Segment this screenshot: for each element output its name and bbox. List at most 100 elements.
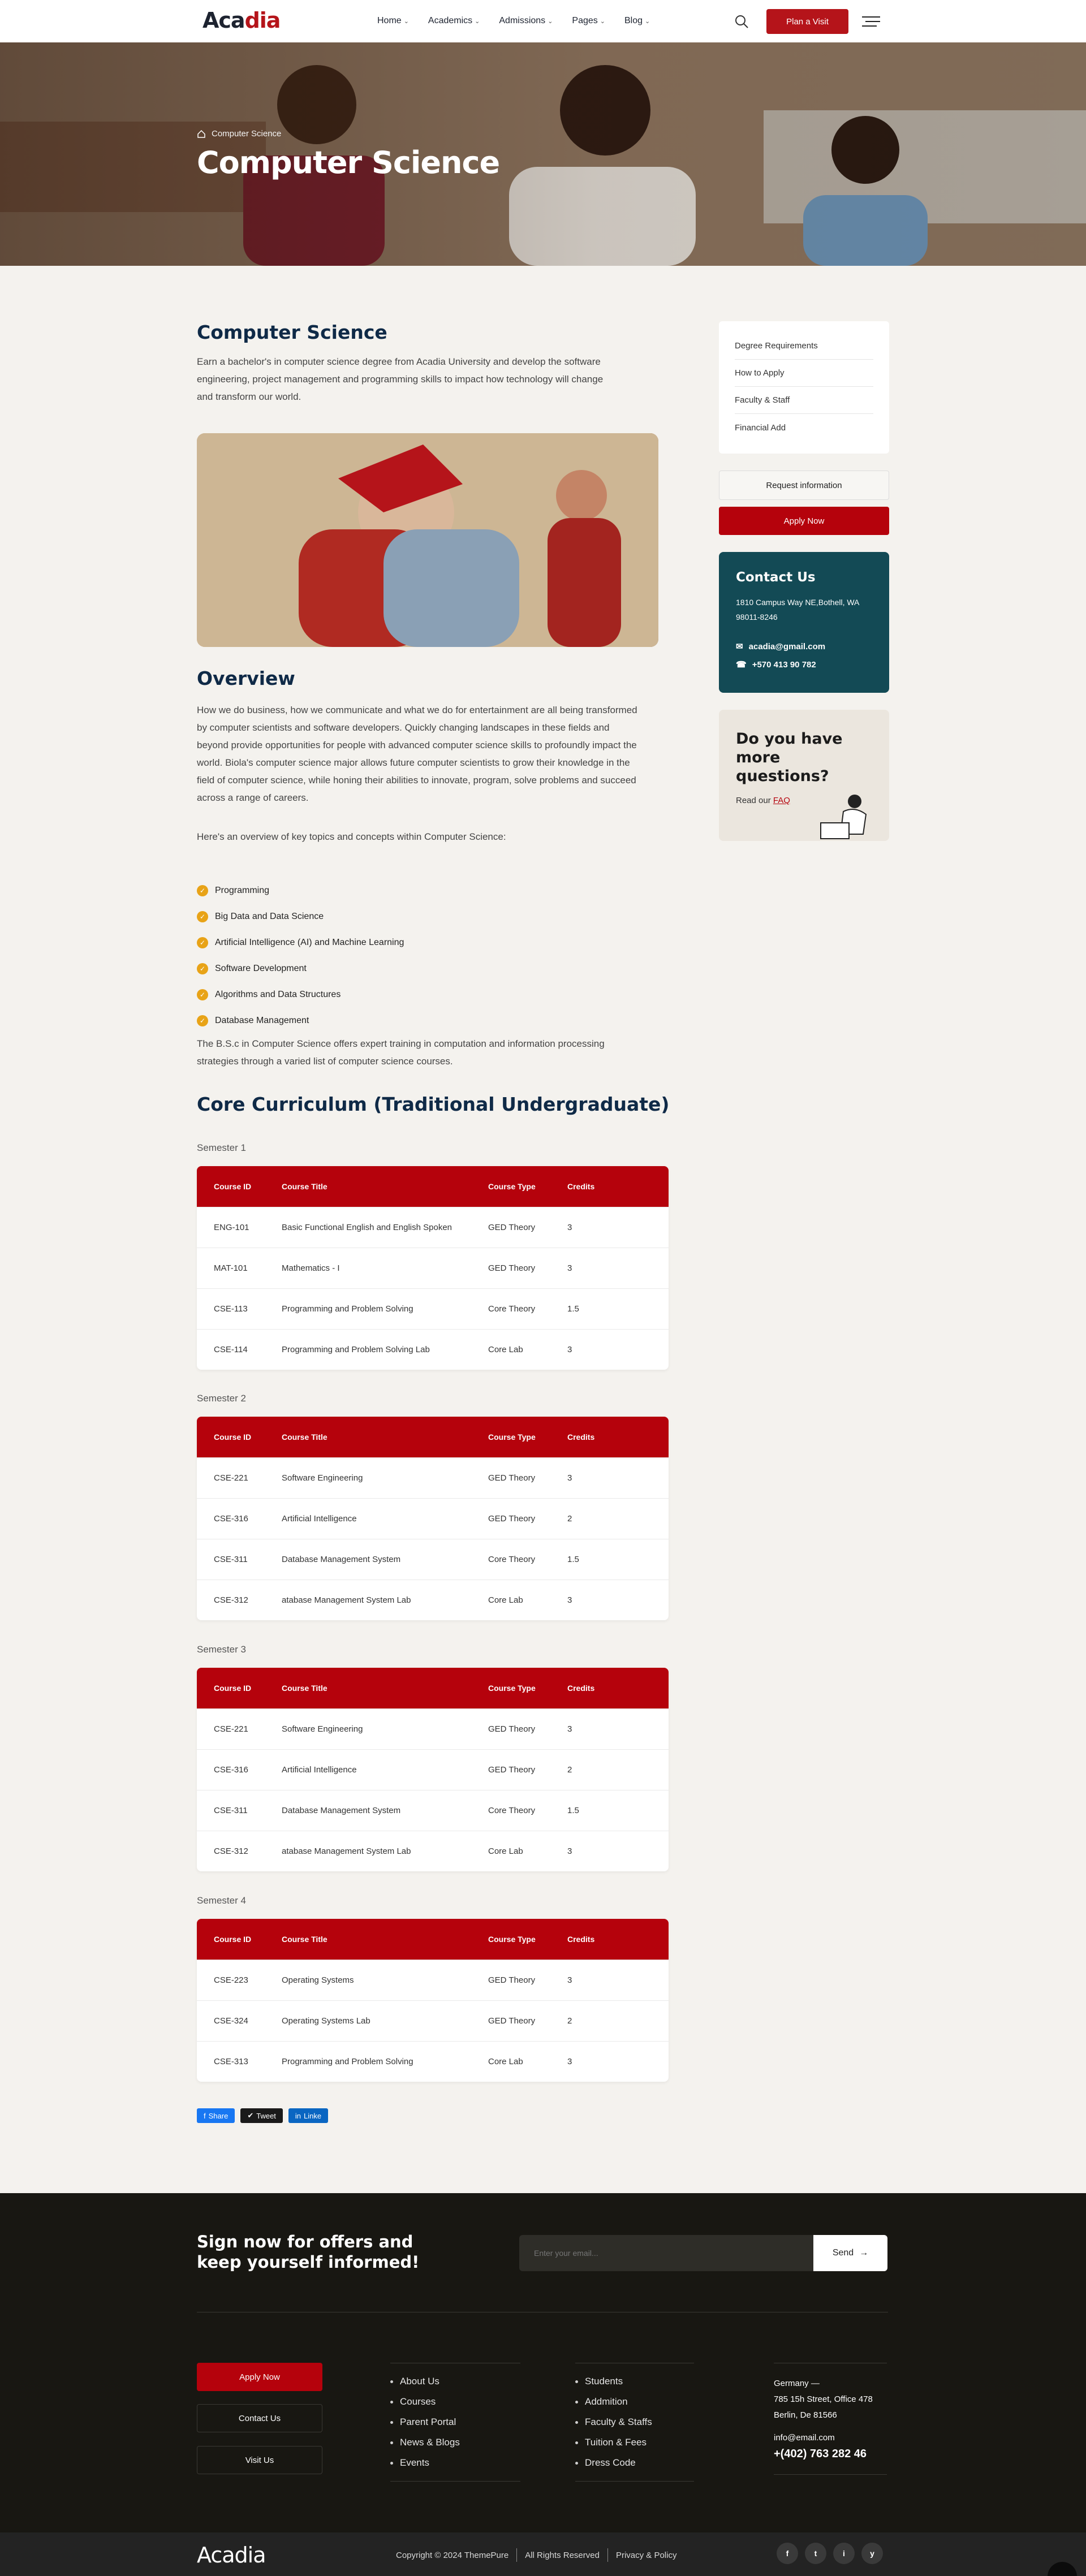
chevron-down-icon: ⌄ bbox=[600, 18, 605, 25]
footer-contact-button[interactable]: Contact Us bbox=[197, 2404, 322, 2432]
table-cell: 3 bbox=[567, 1263, 572, 1273]
twitter-share-button[interactable]: ✔ Tweet bbox=[240, 2108, 283, 2123]
table-cell: CSE-311 bbox=[214, 1555, 248, 1564]
faq-title: Do you have more questions? bbox=[736, 730, 843, 785]
course-table: Course ID Course Title Course Type Credits C… bbox=[197, 1919, 669, 2082]
table-cell: 3 bbox=[567, 1223, 572, 1232]
send-button[interactable]: Send → bbox=[813, 2235, 887, 2271]
table-cell: GED Theory bbox=[488, 1975, 536, 1985]
facebook-share-button[interactable]: f Share bbox=[197, 2108, 235, 2123]
column-header: Credits bbox=[567, 1684, 595, 1693]
youtube-icon[interactable]: y bbox=[861, 2543, 883, 2564]
home-icon[interactable] bbox=[197, 130, 206, 139]
footer-link[interactable]: About Us bbox=[390, 2371, 520, 2392]
footer-link[interactable]: News & Blogs bbox=[390, 2432, 520, 2453]
contact-phone[interactable]: ☎ +570 413 90 782 bbox=[736, 659, 872, 670]
logo-text-2: dia bbox=[234, 2543, 266, 2568]
check-icon: ✓ bbox=[197, 911, 208, 922]
faq-lead: Read our bbox=[736, 796, 771, 805]
twitter-icon[interactable]: t bbox=[805, 2543, 826, 2564]
copyright-bar: Copyright © 2024 ThemePure All Rights Re… bbox=[396, 2548, 676, 2562]
footer-link[interactable]: Courses bbox=[390, 2392, 520, 2412]
table-cell: 3 bbox=[567, 1975, 572, 1985]
sidebar-item-how-to-apply[interactable]: How to Apply bbox=[735, 360, 873, 387]
table-header: Course ID Course Title Course Type Credits bbox=[197, 1417, 669, 1457]
search-icon[interactable] bbox=[734, 14, 749, 29]
table-cell: GED Theory bbox=[488, 1765, 536, 1775]
table-cell: Core Lab bbox=[488, 1846, 523, 1856]
list-item: ✓ Programming bbox=[197, 878, 404, 904]
footer-link[interactable]: Events bbox=[390, 2453, 520, 2473]
email-input[interactable] bbox=[519, 2235, 813, 2271]
nav-label: Blog bbox=[624, 16, 643, 25]
intro-text: Earn a bachelor's in computer science de… bbox=[197, 356, 604, 402]
nav-home[interactable]: Home ⌄ bbox=[377, 16, 409, 26]
footer-phone[interactable]: +(402) 763 282 46 bbox=[774, 2446, 887, 2462]
table-cell: Core Lab bbox=[488, 1595, 523, 1605]
nav-label: Pages bbox=[572, 16, 598, 25]
menu-icon[interactable] bbox=[862, 16, 880, 27]
table-cell: Mathematics - I bbox=[282, 1263, 340, 1273]
column-header: Course Title bbox=[282, 1684, 327, 1693]
column-header: Credits bbox=[567, 1182, 595, 1191]
facebook-icon: f bbox=[204, 2111, 206, 2120]
footer-links-col1: About Us Courses Parent Portal News & Bl… bbox=[390, 2363, 520, 2482]
breadcrumb-current: Computer Science bbox=[212, 129, 282, 139]
footer-visit-button[interactable]: Visit Us bbox=[197, 2446, 322, 2474]
nav-blog[interactable]: Blog ⌄ bbox=[624, 16, 650, 26]
table-cell: CSE-316 bbox=[214, 1514, 248, 1524]
footer-address: Germany — 785 15h Street, Office 478 Ber… bbox=[774, 2363, 887, 2475]
separator bbox=[607, 2548, 608, 2562]
phone-text: +570 413 90 782 bbox=[752, 659, 816, 670]
logo[interactable]: Acadia bbox=[202, 8, 281, 33]
table-cell: GED Theory bbox=[488, 1473, 536, 1483]
footer-apply-button[interactable]: Apply Now bbox=[197, 2363, 322, 2391]
check-icon: ✓ bbox=[197, 963, 208, 974]
sidebar-item-financial-add[interactable]: Financial Add bbox=[735, 414, 873, 441]
column-header: Course Title bbox=[282, 1935, 327, 1944]
column-header: Course ID bbox=[214, 1432, 252, 1442]
table-row: CSE-316 Artificial Intelligence GED Theory… bbox=[197, 1498, 669, 1539]
copyright-text: Copyright © 2024 ThemePure bbox=[396, 2550, 509, 2560]
faq-link[interactable]: FAQ bbox=[773, 796, 790, 805]
footer-email[interactable]: info@email.com bbox=[774, 2430, 887, 2446]
table-cell: GED Theory bbox=[488, 1724, 536, 1734]
table-cell: MAT-101 bbox=[214, 1263, 248, 1273]
table-row: CSE-221 Software Engineering GED Theory 3 bbox=[197, 1457, 669, 1498]
table-cell: CSE-311 bbox=[214, 1806, 248, 1815]
table-cell: 3 bbox=[567, 2057, 572, 2066]
linkedin-icon: in bbox=[295, 2111, 301, 2120]
table-cell: 2 bbox=[567, 2016, 572, 2026]
arrow-right-icon: → bbox=[859, 2248, 869, 2258]
footer-link[interactable]: Parent Portal bbox=[390, 2412, 520, 2432]
table-cell: Operating Systems bbox=[282, 1975, 354, 1985]
privacy-link[interactable]: Privacy & Policy bbox=[616, 2551, 677, 2560]
list-item: ✓ Database Management bbox=[197, 1008, 404, 1034]
instagram-icon[interactable]: i bbox=[833, 2543, 855, 2564]
phone-icon: ☎ bbox=[736, 660, 747, 670]
table-cell: 3 bbox=[567, 1595, 572, 1605]
contact-email[interactable]: ✉ acadia@gmail.com bbox=[736, 641, 872, 652]
footer-link[interactable]: Students bbox=[575, 2371, 694, 2392]
check-icon: ✓ bbox=[197, 1015, 208, 1026]
table-cell: 3 bbox=[567, 1724, 572, 1734]
footer-link[interactable]: Tuition & Fees bbox=[575, 2432, 694, 2453]
footer-link[interactable]: Dress Code bbox=[575, 2453, 694, 2473]
table-cell: GED Theory bbox=[488, 1223, 536, 1232]
nav-admissions[interactable]: Admissions ⌄ bbox=[499, 16, 553, 26]
footer-link[interactable]: Faculty & Staffs bbox=[575, 2412, 694, 2432]
share-label: Share bbox=[208, 2111, 229, 2120]
facebook-icon[interactable]: f bbox=[777, 2543, 798, 2564]
linkedin-share-button[interactable]: in Linke bbox=[288, 2108, 329, 2123]
table-cell: 1.5 bbox=[567, 1555, 579, 1564]
column-header: Course Type bbox=[488, 1684, 536, 1693]
footer-link[interactable]: Addmition bbox=[575, 2392, 694, 2412]
nav-academics[interactable]: Academics ⌄ bbox=[428, 16, 480, 26]
apply-now-button[interactable]: Apply Now bbox=[719, 507, 889, 535]
plan-visit-button[interactable]: Plan a Visit bbox=[766, 9, 848, 34]
footer-logo[interactable]: Acadia bbox=[197, 2543, 266, 2568]
sidebar-item-faculty-staff[interactable]: Faculty & Staff bbox=[735, 387, 873, 414]
sidebar-item-degree-requirements[interactable]: Degree Requirements bbox=[735, 333, 873, 360]
nav-pages[interactable]: Pages ⌄ bbox=[572, 16, 605, 26]
request-info-button[interactable]: Request information bbox=[719, 471, 889, 500]
